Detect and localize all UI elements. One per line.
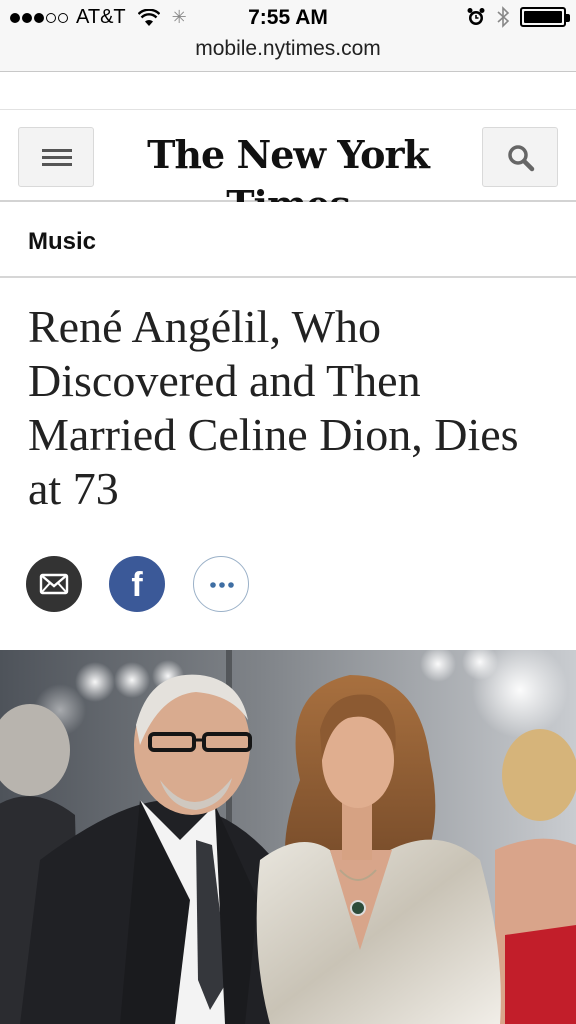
status-bar: AT&T ✳ 7:55 AM [0,0,576,38]
article-lead-photo[interactable] [0,650,576,1024]
more-share-button[interactable] [193,556,249,612]
article-headline: René Angélil, Who Discovered and Then Ma… [28,301,519,514]
email-share-button[interactable] [26,556,82,612]
hamburger-menu-icon [42,149,72,167]
envelope-icon [39,573,69,595]
battery-icon [520,7,570,27]
facebook-share-button[interactable]: f [109,556,165,612]
alarm-clock-icon [467,8,485,25]
ellipsis-icon [210,582,234,588]
top-spacer [0,72,576,110]
section-link-music[interactable]: Music [28,228,96,256]
address-bar[interactable]: mobile.nytimes.com [0,36,576,72]
masthead: The New York Times [0,110,576,227]
photo-illustration [0,650,576,1024]
address-bar-url: mobile.nytimes.com [195,37,381,60]
menu-button[interactable] [18,127,94,187]
facebook-icon: f [131,566,143,604]
search-icon [508,145,535,172]
section-bar: Music [0,202,576,278]
bluetooth-icon [497,6,510,28]
status-bar-right [466,6,570,28]
search-button[interactable] [482,127,558,187]
